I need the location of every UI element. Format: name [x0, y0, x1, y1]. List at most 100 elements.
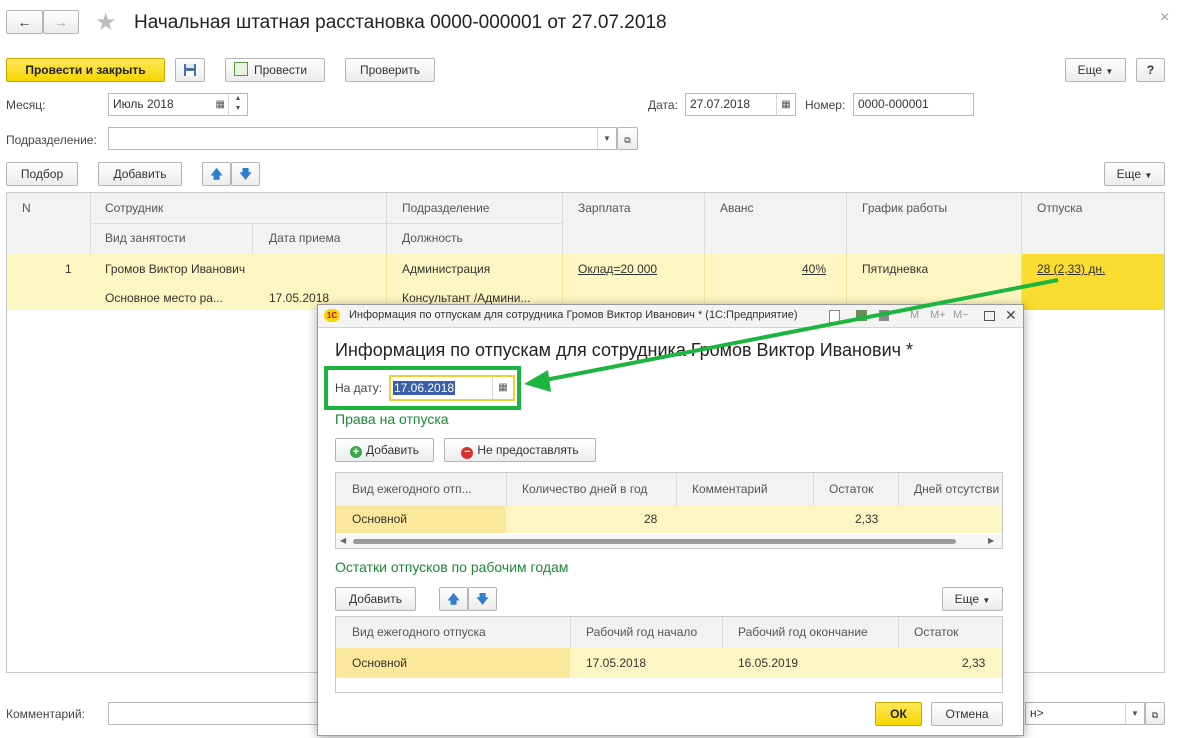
dropdown-icon[interactable]: ▼	[1125, 703, 1144, 724]
row-hire-date: 17.05.2018	[269, 291, 330, 305]
back-button[interactable]: ←	[6, 10, 43, 34]
row-position: Консультант /Админи...	[402, 291, 531, 305]
close-icon[interactable]: ×	[1160, 9, 1169, 27]
col-employee[interactable]: Сотрудник	[105, 201, 163, 215]
table-row[interactable]: 1 Громов Виктор Иванович Основное место …	[7, 254, 1164, 310]
rights-col-type[interactable]: Вид ежегодного отп...	[352, 482, 472, 496]
annotation-highlight-box	[324, 366, 521, 410]
calendar-icon[interactable]: ▦	[776, 94, 795, 115]
check-button[interactable]: Проверить	[345, 58, 435, 82]
forward-button[interactable]: →	[43, 10, 79, 34]
balance-row-end: 16.05.2019	[738, 656, 799, 670]
add-row-button[interactable]: Добавить	[98, 162, 182, 186]
rights-row-type: Основной	[352, 512, 408, 526]
balance-col-end[interactable]: Рабочий год окончание	[738, 625, 868, 639]
post-and-close-button[interactable]: Провести и закрыть	[6, 58, 165, 82]
col-position[interactable]: Должность	[402, 231, 463, 245]
star-icon[interactable]: ★	[95, 8, 117, 37]
plus-circle-icon: +	[349, 446, 362, 458]
balance-move-up-button[interactable]: 🡅	[439, 587, 468, 611]
col-hire-date[interactable]: Дата приема	[269, 231, 340, 245]
do-not-grant-button[interactable]: − Не предоставлять	[444, 438, 596, 462]
department-field[interactable]: ▼	[108, 127, 617, 150]
comment-field[interactable]	[108, 702, 323, 725]
save-button[interactable]	[175, 58, 205, 82]
month-spinner[interactable]: ▲ ▼	[228, 94, 247, 115]
row-salary-link[interactable]: Оклад=20 000	[578, 262, 657, 276]
move-up-button[interactable]: 🡅	[202, 162, 231, 186]
open-icon: ⧉	[1151, 710, 1159, 720]
doc-icon[interactable]	[829, 310, 840, 323]
maximize-icon[interactable]	[984, 311, 995, 321]
pick-button[interactable]: Подбор	[6, 162, 78, 186]
balance-row-rest: 2,33	[962, 656, 986, 670]
minus-circle-icon: −	[461, 447, 474, 459]
post-button[interactable]: Провести	[225, 58, 325, 82]
balance-move-down-button[interactable]: 🡇	[468, 587, 497, 611]
scroll-thumb[interactable]	[353, 539, 956, 544]
col-salary[interactable]: Зарплата	[578, 201, 631, 215]
do-not-grant-label: Не предоставлять	[477, 443, 579, 457]
date-label: Дата:	[648, 98, 678, 112]
row-n: 1	[65, 262, 72, 276]
calc-icon[interactable]	[879, 310, 889, 321]
rights-col-comment[interactable]: Комментарий	[692, 482, 768, 496]
scroll-right-icon[interactable]: ▶	[988, 536, 994, 545]
dialog-close-icon[interactable]: ✕	[1005, 307, 1017, 324]
move-down-button[interactable]: 🡇	[231, 162, 260, 186]
dropdown-icon[interactable]: ▼	[597, 128, 616, 149]
rights-hscrollbar[interactable]: ◀ ▶	[336, 535, 1002, 548]
rights-col-rest[interactable]: Остаток	[829, 482, 873, 496]
floppy-icon	[184, 64, 196, 76]
arrow-down-icon: 🡇	[239, 167, 252, 181]
calendar-icon[interactable]: ▦	[216, 94, 225, 115]
dropdown-icon: ▼	[1144, 171, 1153, 180]
col-employment-type[interactable]: Вид занятости	[105, 231, 186, 245]
balance-add-button[interactable]: Добавить	[335, 587, 416, 611]
print-icon[interactable]	[856, 310, 867, 321]
balance-section-title: Остатки отпусков по рабочим годам	[335, 559, 569, 575]
rights-add-label: Добавить	[365, 443, 420, 457]
number-field[interactable]: 0000-000001	[853, 93, 974, 116]
balance-col-rest[interactable]: Остаток	[914, 625, 958, 639]
col-department[interactable]: Подразделение	[402, 201, 489, 215]
row-employment-type: Основное место ра...	[105, 291, 223, 305]
month-label: Месяц:	[6, 98, 46, 112]
col-n[interactable]: N	[22, 201, 31, 215]
dialog-titlebar: 1С Информация по отпускам для сотрудника…	[318, 305, 1023, 328]
date-field[interactable]: 27.07.2018 ▦	[685, 93, 796, 116]
more-button[interactable]: Еще ▼	[1065, 58, 1126, 82]
rights-col-absent[interactable]: Дней отсутстви	[914, 482, 999, 496]
memory-plus-icon[interactable]: M+	[930, 309, 946, 321]
col-advance[interactable]: Аванс	[720, 201, 754, 215]
open-responsible-button[interactable]: ⧉	[1145, 702, 1165, 725]
rights-col-days[interactable]: Количество дней в год	[522, 482, 647, 496]
col-schedule[interactable]: График работы	[862, 201, 947, 215]
open-department-button[interactable]: ⧉	[617, 127, 638, 150]
responsible-field[interactable]: н> ▼	[1025, 702, 1145, 725]
col-vacations[interactable]: Отпуска	[1037, 201, 1082, 215]
ok-button[interactable]: ОК	[875, 702, 922, 726]
month-field[interactable]: Июль 2018 ▦ ▲ ▼	[108, 93, 248, 116]
rights-add-button[interactable]: + Добавить	[335, 438, 434, 462]
row-vacations-link[interactable]: 28 (2,33) дн.	[1037, 262, 1105, 276]
table-more-button[interactable]: Еще ▼	[1104, 162, 1165, 186]
rights-row-days: 28	[644, 512, 658, 526]
balance-table: Вид ежегодного отпуска Рабочий год начал…	[335, 616, 1003, 693]
row-advance-link[interactable]: 40%	[802, 262, 826, 276]
help-button[interactable]: ?	[1136, 58, 1165, 82]
balance-col-type[interactable]: Вид ежегодного отпуска	[352, 625, 486, 639]
table-row[interactable]: Основной 28 2,33	[336, 506, 1002, 533]
balance-row-start: 17.05.2018	[586, 656, 647, 670]
scroll-left-icon[interactable]: ◀	[340, 536, 346, 545]
post-label: Провести	[254, 63, 308, 77]
arrow-left-icon: ←	[17, 14, 32, 30]
table-row[interactable]: Основной 17.05.2018 16.05.2019 2,33	[336, 648, 1002, 678]
cancel-button[interactable]: Отмена	[931, 702, 1003, 726]
arrow-up-icon: 🡅	[447, 592, 460, 606]
balance-more-button[interactable]: Еще ▼	[942, 587, 1003, 611]
dropdown-icon: ▼	[1105, 67, 1114, 76]
balance-col-start[interactable]: Рабочий год начало	[586, 625, 697, 639]
memory-icon[interactable]: M	[910, 309, 919, 321]
memory-minus-icon[interactable]: M−	[953, 309, 969, 321]
